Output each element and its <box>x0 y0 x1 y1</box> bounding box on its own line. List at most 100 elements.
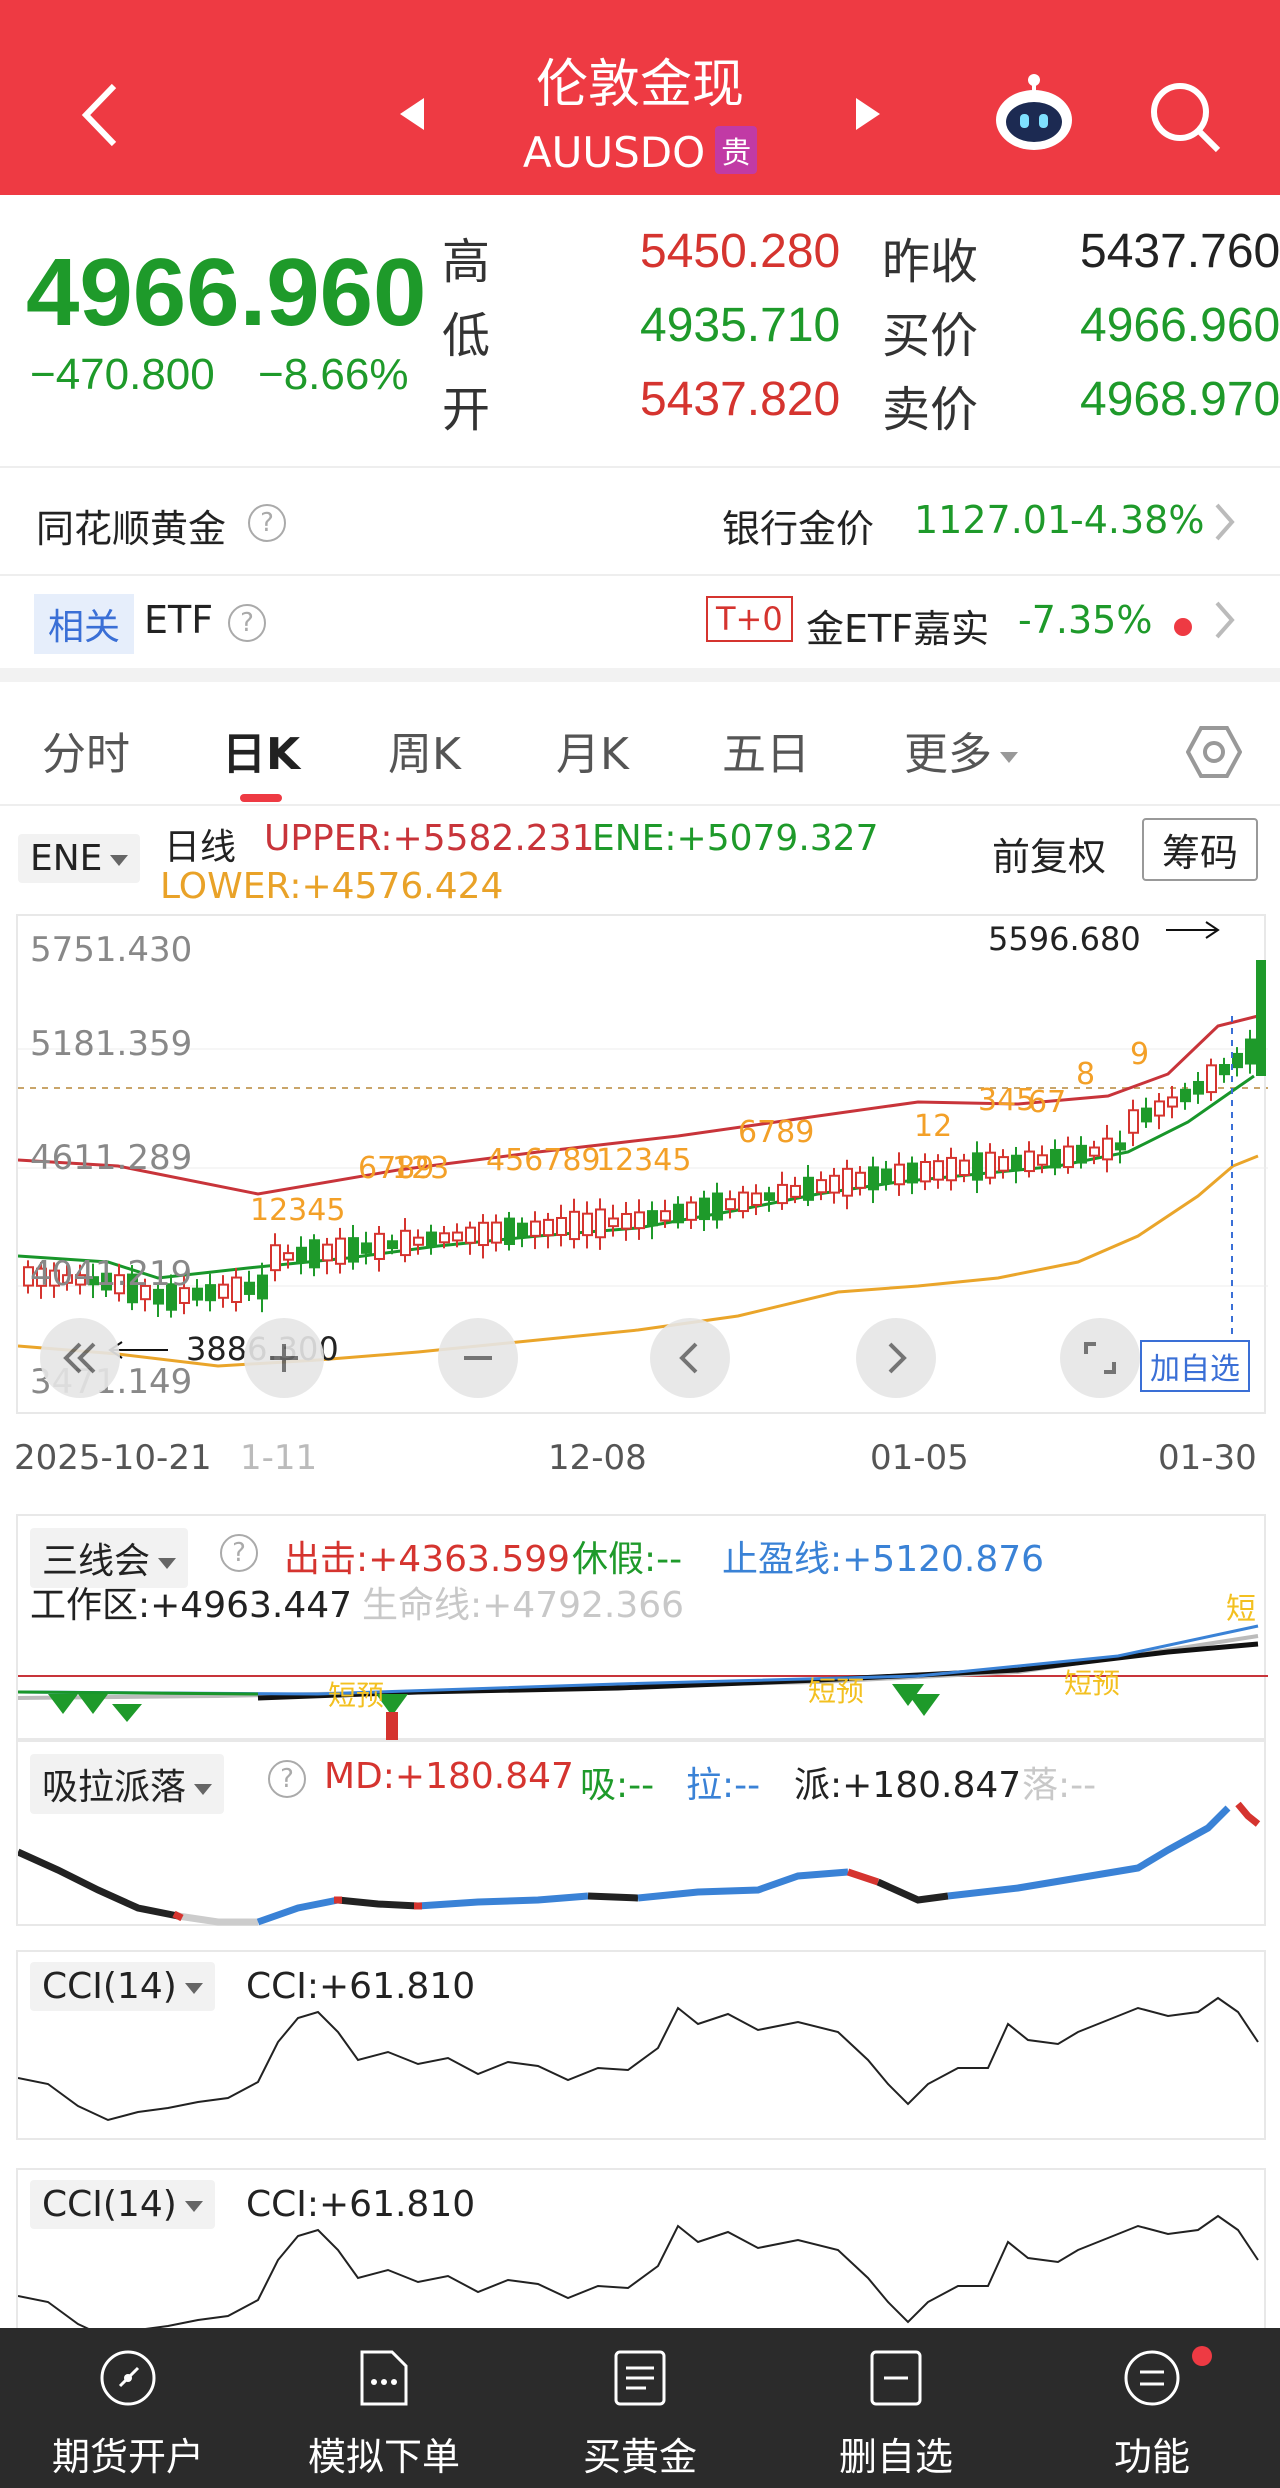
nav-remove-watchlist[interactable]: 删自选 <box>768 2328 1024 2488</box>
candle <box>374 1232 385 1260</box>
candle <box>400 1229 411 1257</box>
add-watchlist-button[interactable]: 加自选 <box>1140 1340 1250 1392</box>
candle <box>465 1226 476 1244</box>
candle <box>556 1216 567 1236</box>
app-header: 伦敦金现 AUUSDO 贵 <box>0 0 1280 195</box>
candle <box>1154 1100 1165 1117</box>
nav-futures-account[interactable]: 期货开户 <box>0 2328 256 2488</box>
chevron-right-icon <box>1215 601 1235 639</box>
bank-gold-price: 1127.01 <box>914 498 1072 542</box>
candle <box>1089 1146 1100 1157</box>
next-symbol-icon[interactable] <box>852 96 882 132</box>
tab-fenshi[interactable]: 分时 <box>42 718 130 782</box>
etf-row[interactable]: 相关 ETF ? T+0 金ETF嘉实 -7.35% <box>0 576 1280 682</box>
candle <box>1024 1150 1035 1173</box>
low-value: 4935.710 <box>640 299 841 352</box>
ene-indicator-select[interactable]: ENE <box>18 834 141 883</box>
candle <box>1245 1038 1256 1065</box>
xila-panel[interactable]: 吸拉派落 ? MD:+180.847 吸:-- 拉:-- 派:+180.847 … <box>16 1740 1266 1926</box>
ths-gold-row[interactable]: 同花顺黄金 ? 银行金价 1127.01 -4.38% <box>0 466 1280 576</box>
settings-icon[interactable] <box>1186 724 1242 780</box>
tab-daily-k[interactable]: 日K <box>222 718 300 782</box>
candle <box>972 1152 983 1181</box>
chevron-right-icon <box>1215 503 1235 541</box>
price-change: −470.800 <box>30 350 215 399</box>
life-line-value: 生命线:+4792.366 <box>362 1585 685 1626</box>
y-tick: 4041.219 <box>30 1254 193 1294</box>
candle <box>1128 1109 1139 1134</box>
candle <box>855 1171 866 1189</box>
tab-five-day[interactable]: 五日 <box>722 718 810 782</box>
signal-tag: 短预 <box>1064 1667 1121 1700</box>
candle <box>608 1217 619 1228</box>
candle <box>543 1218 554 1237</box>
help-icon[interactable]: ? <box>228 604 266 642</box>
candle <box>686 1201 697 1221</box>
receipt-icon <box>614 2350 666 2406</box>
sequence-label: 67 <box>1028 1085 1066 1120</box>
nav-functions[interactable]: 功能 <box>1024 2328 1280 2488</box>
candle <box>751 1192 762 1206</box>
candle <box>504 1217 515 1245</box>
candle <box>283 1252 294 1261</box>
md-value: MD:+180.847 <box>324 1756 574 1797</box>
related-tag: 相关 <box>34 594 135 654</box>
candle <box>673 1203 684 1224</box>
nav-simulated-order[interactable]: 模拟下单 <box>256 2328 512 2488</box>
candle <box>1256 960 1266 1076</box>
cci-panel-2[interactable]: CCI(14) CCI:+61.810 <box>16 2168 1266 2340</box>
chips-button[interactable]: 筹码 <box>1142 818 1259 881</box>
x-tick: 1-11 <box>240 1438 318 1478</box>
candle <box>725 1198 736 1211</box>
x-tick: 01-30 <box>1158 1438 1257 1478</box>
cci-indicator-select[interactable]: CCI(14) <box>30 1962 215 2011</box>
xila-indicator-select[interactable]: 吸拉派落 <box>30 1754 225 1814</box>
open-label: 开 <box>442 382 491 438</box>
adjust-button[interactable]: 前复权 <box>992 826 1106 881</box>
cci-panel[interactable]: CCI(14) CCI:+61.810 <box>16 1950 1266 2140</box>
scroll-left-button[interactable] <box>650 1318 730 1398</box>
kline-panel[interactable]: 12345 6789 123 456789 12345 6789 12 345 67 8 9 575… <box>16 914 1268 1414</box>
candle <box>1180 1088 1191 1103</box>
tab-more[interactable]: 更多 <box>904 718 1018 782</box>
sequence-label: 12 <box>914 1109 952 1144</box>
candle <box>634 1211 645 1230</box>
max-price-label: 5596.680 <box>988 920 1141 958</box>
compass-icon <box>100 2350 156 2406</box>
notification-dot <box>1192 2346 1212 2366</box>
help-icon[interactable]: ? <box>268 1760 306 1798</box>
active-tab-indicator <box>240 794 282 802</box>
last-price: 4966.960 <box>26 239 427 346</box>
candle <box>478 1221 489 1247</box>
scroll-right-button[interactable] <box>856 1318 936 1398</box>
candle <box>829 1174 840 1194</box>
high-label: 高 <box>442 234 491 290</box>
candle <box>1076 1144 1087 1164</box>
sanxian-panel[interactable]: 三线会 ? 出击:+4363.599 休假:-- 止盈线:+5120.876 工… <box>16 1514 1268 1742</box>
nav-buy-gold[interactable]: 买黄金 <box>512 2328 768 2488</box>
bid-value: 4966.960 <box>1080 299 1280 352</box>
fullscreen-button[interactable] <box>1060 1318 1140 1398</box>
document-icon <box>360 2350 408 2406</box>
help-icon[interactable]: ? <box>220 1534 258 1572</box>
help-icon[interactable]: ? <box>248 504 286 542</box>
ths-gold-label: 同花顺黄金 <box>36 507 227 551</box>
candle <box>1037 1154 1048 1166</box>
candle <box>790 1184 801 1198</box>
tab-weekly-k[interactable]: 周K <box>388 718 461 782</box>
cci-indicator-select[interactable]: CCI(14) <box>30 2180 215 2229</box>
zoom-out-far-button[interactable] <box>40 1318 120 1398</box>
x-tick: 01-05 <box>870 1438 969 1478</box>
bid-label: 买价 <box>882 308 979 364</box>
period-label: 日线 <box>164 827 237 868</box>
candle <box>517 1222 528 1238</box>
zoom-out-button[interactable] <box>438 1318 518 1398</box>
tab-monthly-k[interactable]: 月K <box>556 718 629 782</box>
robot-assistant-icon[interactable] <box>992 72 1076 156</box>
sequence-label: 12345 <box>250 1193 345 1228</box>
candle <box>257 1274 268 1300</box>
y-tick: 5751.430 <box>30 930 193 970</box>
search-icon[interactable] <box>1148 80 1222 154</box>
zoom-in-button[interactable] <box>244 1318 324 1398</box>
candle <box>192 1287 203 1301</box>
